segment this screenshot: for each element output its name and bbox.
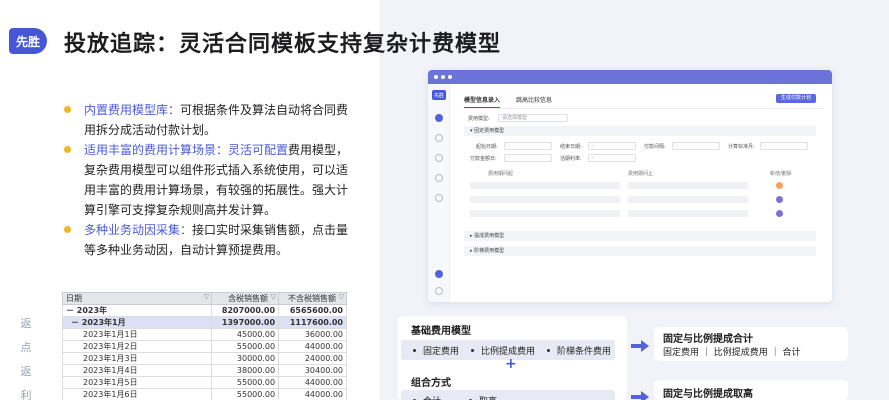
basic-item: 比例提成费用 <box>471 344 535 357</box>
app-window: 先胜 模型信息录入 跳高比较信息 生成付款计划 费用模型: 请选择模型 ▾ 固定… <box>428 70 832 302</box>
arrow-right-icon <box>631 340 649 352</box>
interest-rate-input[interactable]: - <box>588 154 636 162</box>
section-fixed-fee[interactable]: ▾ 固定费用模型 <box>464 126 816 136</box>
plus-icon: + <box>505 356 517 372</box>
side-char: 点 <box>20 341 32 354</box>
filter-icon[interactable]: ▽ <box>204 293 209 301</box>
sales-table: 日期 ▽ 含税销售额 ▽ 不含税销售额 ▽ － 2023年 8207000.00 6565… <box>61 292 347 400</box>
user-avatar-icon[interactable] <box>435 270 443 278</box>
combo-items: 合计 取高 <box>401 390 615 400</box>
grid-header-end: 费用期间止 <box>628 171 654 177</box>
grid-cell[interactable] <box>470 182 620 189</box>
add-row-icon[interactable] <box>776 182 783 189</box>
generate-plan-button[interactable]: 生成付款计划 <box>775 94 816 103</box>
grid-cell[interactable] <box>470 210 620 217</box>
side-char: 利 <box>20 389 32 400</box>
nav-list-icon[interactable] <box>435 134 443 142</box>
grid-cell[interactable] <box>628 196 748 203</box>
table-row[interactable]: 2023年1月4日 38000.00 30400.00 <box>61 364 347 377</box>
basic-model-title: 基础费用模型 <box>411 326 471 337</box>
nav-settings-icon[interactable] <box>435 194 443 202</box>
app-main: 模型信息录入 跳高比较信息 生成付款计划 费用模型: 请选择模型 ▾ 固定费用模… <box>456 84 824 302</box>
table-row[interactable]: 2023年1月3日 30000.00 24000.00 <box>61 352 347 365</box>
calc-month-input[interactable]: - <box>760 142 808 150</box>
bullet-dot-icon <box>64 146 71 153</box>
table-row[interactable]: － 2023年 8207000.00 6565600.00 <box>61 304 347 317</box>
tab-compare-info[interactable]: 跳高比较信息 <box>516 97 552 107</box>
app-titlebar <box>428 70 832 84</box>
feature-item-scenarios: 适用丰富的费用计算场景：灵活可配置费用模型，复杂费用模型可以组件形式插入系统使用… <box>62 140 352 220</box>
remove-row-icon[interactable] <box>776 210 783 217</box>
start-date-label: 起始日期: <box>476 144 498 150</box>
app-tabs: 模型信息录入 跳高比较信息 <box>464 95 566 108</box>
table-row[interactable]: － 2023年1月 1397000.00 1117600.00 <box>61 316 347 329</box>
app-logo: 先胜 <box>432 90 446 100</box>
feature-list: 内置费用模型库：可根据条件及算法自动将合同费用拆分成活动付款计划。 适用丰富的费… <box>62 100 352 260</box>
section-commission-fee[interactable]: ▸ 提成费用模型 <box>464 231 816 241</box>
grid-cell[interactable] <box>470 196 620 203</box>
grid-header-action: 新增/删除 <box>770 171 792 177</box>
grid-header-start: 费用期间起 <box>488 171 514 177</box>
window-dot-icon[interactable] <box>441 75 445 79</box>
model-select[interactable]: 请选择模型 <box>498 114 568 122</box>
payment-interval-input[interactable]: - <box>672 142 720 150</box>
nav-doc-icon[interactable] <box>435 154 443 162</box>
tab-model-info[interactable]: 模型信息录入 <box>464 97 501 108</box>
result-sum-title: 固定与比例提成合计 <box>663 334 753 345</box>
side-char: 返 <box>20 365 32 378</box>
combo-title: 组合方式 <box>411 378 451 389</box>
section-tier-fee[interactable]: ▸ 阶梯费用模型 <box>464 246 816 256</box>
end-date-label: 结束日期: <box>560 144 582 150</box>
start-date-input[interactable]: - <box>504 142 552 150</box>
interest-rate-label: 活期利率: <box>560 156 582 162</box>
column-header-date[interactable]: 日期 ▽ <box>61 292 213 305</box>
model-field-label: 费用模型: <box>468 116 490 122</box>
table-row[interactable]: 2023年1月2日 55000.00 44000.00 <box>61 340 347 353</box>
nav-help-icon[interactable] <box>435 287 443 295</box>
payment-day-label: 付款金额日: <box>470 156 497 162</box>
feature-item-model-library: 内置费用模型库：可根据条件及算法自动将合同费用拆分成活动付款计划。 <box>62 100 352 140</box>
side-vertical-text: 返 点 返 利 <box>19 312 33 400</box>
brand-badge: 先胜 <box>9 28 47 54</box>
window-dot-icon[interactable] <box>434 75 438 79</box>
bullet-dot-icon <box>64 106 71 113</box>
grid-cell[interactable] <box>628 182 748 189</box>
basic-item: 阶梯条件费用 <box>547 344 611 357</box>
column-header-tax-sales[interactable]: 含税销售额 ▽ <box>211 292 280 305</box>
remove-row-icon[interactable] <box>776 196 783 203</box>
filter-icon[interactable]: ▽ <box>271 293 276 301</box>
tabs-divider <box>464 108 824 109</box>
payment-day-input[interactable]: - <box>504 154 552 162</box>
nav-chart-icon[interactable] <box>435 174 443 182</box>
window-dot-icon[interactable] <box>448 75 452 79</box>
basic-item: 固定费用 <box>413 344 459 357</box>
table-row[interactable]: 2023年1月1日 45000.00 36000.00 <box>61 328 347 341</box>
bullet-dot-icon <box>64 226 71 233</box>
end-date-input[interactable]: - <box>588 142 636 150</box>
feature-highlight: 多种业务动因采集： <box>84 223 193 237</box>
table-header-row: 日期 ▽ 含税销售额 ▽ 不含税销售额 ▽ <box>61 292 347 305</box>
page-title: 投放追踪：灵活合同模板支持复杂计费模型 <box>64 32 502 57</box>
grid-cell[interactable] <box>628 210 748 217</box>
filter-icon[interactable]: ▽ <box>339 293 344 301</box>
side-char: 返 <box>20 317 32 330</box>
payment-interval-label: 付款间隔: <box>644 144 666 150</box>
table-row[interactable]: 2023年1月5日 55000.00 44000.00 <box>61 376 347 389</box>
arrow-right-icon <box>631 391 649 400</box>
result-max-title: 固定与比例提成取高 <box>663 389 753 400</box>
feature-highlight: 内置费用模型库： <box>84 103 181 117</box>
calc-month-label: 计算标准月: <box>728 144 755 150</box>
result-sum-formula: 固定费用 ｜ 比例提成费用 ｜ 合计 <box>663 348 801 358</box>
combo-item: 取高 <box>469 394 497 400</box>
table-row[interactable]: 2023年1月6日 55000.00 44000.00 <box>61 388 347 400</box>
app-sidebar: 先胜 <box>428 84 450 302</box>
feature-highlight: 适用丰富的费用计算场景：灵活可配置 <box>84 143 289 157</box>
feature-item-drivers: 多种业务动因采集：接口实时采集销售额，点击量等多种业务动因，自动计算预提费用。 <box>62 220 352 260</box>
column-header-net-sales[interactable]: 不含税销售额 ▽ <box>278 292 347 305</box>
combo-item: 合计 <box>413 394 441 400</box>
nav-home-icon[interactable] <box>435 114 443 122</box>
